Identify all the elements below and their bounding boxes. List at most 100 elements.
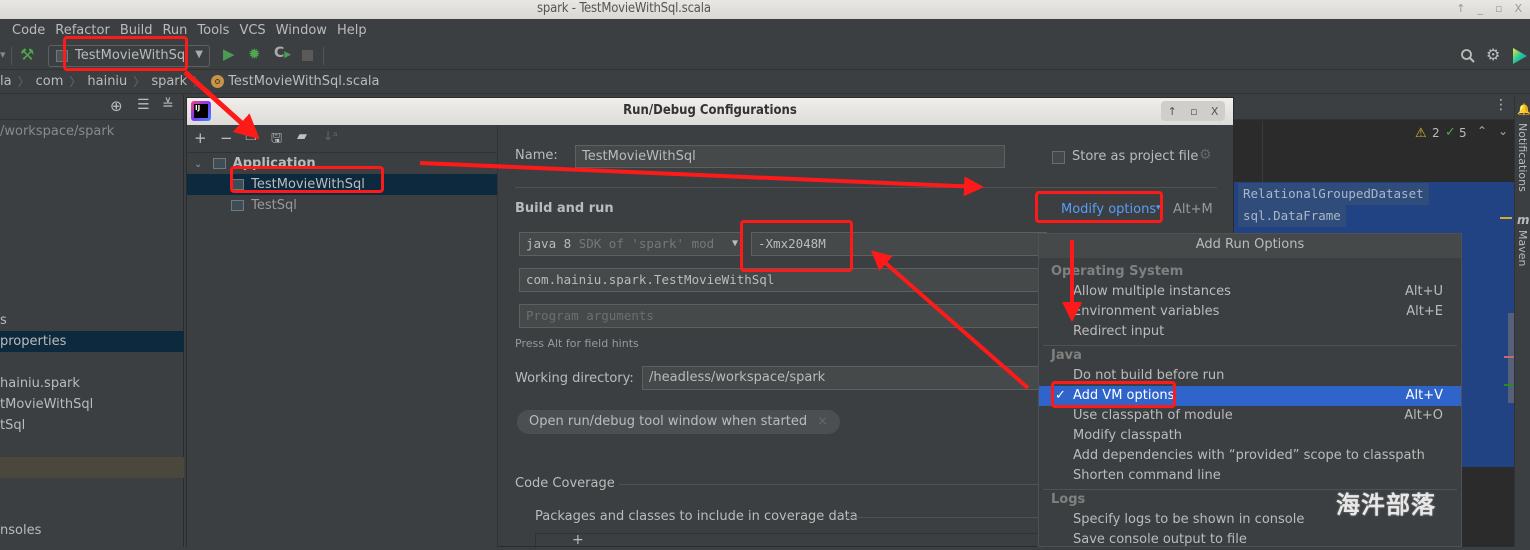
option-redirect-input[interactable]: Redirect input <box>1039 322 1461 342</box>
menu-build[interactable]: Build <box>120 23 153 38</box>
expand-all-icon[interactable]: ☰ <box>137 97 150 113</box>
typo-ok-icon[interactable]: ✓ <box>1445 125 1456 140</box>
sort-icon[interactable]: ↓ᵃ <box>323 129 338 143</box>
project-tree-item[interactable]: nsoles <box>0 520 184 541</box>
chevron-down-icon: ⌄ <box>194 159 203 170</box>
maven-icon[interactable]: m <box>1517 213 1530 227</box>
tree-group-application[interactable]: ⌄ Application <box>187 153 497 174</box>
option-use-classpath-of-module[interactable]: Use classpath of module Alt+O <box>1039 406 1461 426</box>
tree-item-testmoviewithsql[interactable]: TestMovieWithSql <box>187 174 497 195</box>
debug-icon[interactable]: ✹ <box>248 45 261 63</box>
maven-tab[interactable]: Maven <box>1516 230 1529 266</box>
project-tree-item-highlighted[interactable] <box>0 457 184 478</box>
os-titlebar: spark - TestMovieWithSql.scala ↑ _ ▫ X <box>0 0 1530 19</box>
vm-options-input[interactable]: -Xmx2048M <box>751 232 1047 256</box>
window-minimize-button[interactable]: _ <box>1477 0 1483 17</box>
tree-item-label: TestMovieWithSql <box>251 177 365 192</box>
remove-config-icon[interactable]: − <box>220 129 233 147</box>
stop-icon[interactable] <box>302 50 313 61</box>
program-arguments-input[interactable]: Program arguments <box>519 304 1047 328</box>
main-toolbar: ▾ ⚒ TestMovieWithSql ▼ ▶ ✹ C▶ ⚙ <box>0 42 1530 70</box>
menu-help[interactable]: Help <box>337 23 367 38</box>
option-save-console-output[interactable]: Save console output to file <box>1039 530 1461 550</box>
project-tree-item[interactable]: tMovieWithSql <box>0 394 184 415</box>
jdk-selector[interactable]: java 8 SDK of 'spark' mod ▼ <box>519 232 743 256</box>
working-dir-input[interactable]: /headless/workspace/spark <box>642 366 1047 390</box>
popup-title: Add Run Options <box>1039 234 1461 258</box>
warning-icon[interactable]: ⚠ <box>1415 126 1427 141</box>
jdk-value: java 8 <box>526 236 572 251</box>
dialog-pin-button[interactable]: ↑ <box>1168 105 1177 118</box>
name-input[interactable]: TestMovieWithSql <box>575 145 1005 168</box>
gear-icon[interactable]: ⚙ <box>1486 45 1500 64</box>
dialog-close-button[interactable]: X <box>1211 105 1219 118</box>
code-coverage-heading: Code Coverage <box>515 476 615 491</box>
breadcrumb-item[interactable]: com <box>36 74 64 89</box>
breadcrumb-item[interactable]: TestMovieWithSql.scala <box>228 74 379 89</box>
dialog-title: Run/Debug Configurations <box>623 103 797 118</box>
option-environment-variables[interactable]: Environment variables Alt+E <box>1039 302 1461 322</box>
code-line[interactable]: RelationalGroupedDataset <box>1238 183 1429 205</box>
project-tree-item[interactable]: s <box>0 310 184 331</box>
run-icon[interactable]: ▶ <box>223 45 235 63</box>
more-options-icon[interactable]: ⋮ <box>1494 97 1508 113</box>
menu-run[interactable]: Run <box>162 23 187 38</box>
build-run-heading: Build and run <box>515 201 614 216</box>
ok-count: 5 <box>1459 126 1467 140</box>
store-project-checkbox[interactable] <box>1052 151 1065 164</box>
window-close-button[interactable]: X <box>1514 0 1522 17</box>
locate-icon[interactable]: ⊕ <box>110 97 123 115</box>
menu-tools[interactable]: Tools <box>197 23 229 38</box>
save-config-icon[interactable]: 🖫 <box>271 129 282 151</box>
window-up-button[interactable]: ↑ <box>1456 0 1465 17</box>
menu-window[interactable]: Window <box>276 23 327 38</box>
option-allow-multiple-instances[interactable]: Allow multiple instances Alt+U <box>1039 282 1461 302</box>
collapse-all-icon[interactable]: ≚ <box>162 97 174 113</box>
option-do-not-build[interactable]: Do not build before run <box>1039 366 1461 386</box>
config-tree-panel: + − ❐ 🖫 ▰ ↓ᵃ ⌄ Application TestMovieWith… <box>187 125 498 548</box>
next-highlight-icon[interactable]: ⌄ <box>1498 124 1508 138</box>
chevron-down-icon: ▼ <box>195 49 203 60</box>
remove-chip-icon[interactable]: × <box>817 414 828 429</box>
modify-options-link[interactable]: Modify options <box>1061 202 1156 217</box>
coverage-icon[interactable]: C▶ <box>274 45 291 61</box>
option-add-vm-options[interactable]: ✓ Add VM options Alt+V <box>1039 386 1461 406</box>
build-hammer-icon[interactable]: ⚒ <box>20 45 34 64</box>
editor-tab-bar: ⋮ <box>1232 95 1514 120</box>
breadcrumb-item[interactable]: hainiu <box>87 74 127 89</box>
breadcrumb-item[interactable]: la <box>0 74 12 89</box>
project-tree-item-selected[interactable]: properties <box>0 331 184 352</box>
dialog-maximize-button[interactable]: ▫ <box>1190 105 1197 118</box>
menu-vcs[interactable]: VCS <box>239 23 265 38</box>
option-chip[interactable]: Open run/debug tool window when started … <box>517 410 841 434</box>
new-folder-icon[interactable]: ▰ <box>297 129 307 144</box>
run-config-selector[interactable]: TestMovieWithSql ▼ <box>48 45 210 67</box>
breadcrumb-item[interactable]: spark <box>151 74 187 89</box>
add-pattern-icon[interactable]: + <box>572 532 584 548</box>
menu-refactor[interactable]: Refactor <box>55 23 110 38</box>
main-class-input[interactable]: com.hainiu.spark.TestMovieWithSql <box>519 268 1047 292</box>
menu-code[interactable]: Code <box>12 23 45 38</box>
tree-item-testsql[interactable]: TestSql <box>187 195 497 216</box>
code-line[interactable]: sql.DataFrame <box>1238 205 1346 227</box>
store-project-label: Store as project file <box>1072 149 1199 164</box>
option-shorten-command-line[interactable]: Shorten command line <box>1039 466 1461 486</box>
tree-item-label: TestSql <box>251 198 297 213</box>
prev-highlight-icon[interactable]: ⌃ <box>1477 124 1487 138</box>
gear-icon[interactable]: ⚙ <box>1199 147 1212 163</box>
group-logs: Logs <box>1051 492 1086 507</box>
project-tree-item[interactable]: hainiu.spark <box>0 373 184 394</box>
window-maximize-button[interactable]: ▫ <box>1495 0 1502 17</box>
search-icon[interactable] <box>1460 48 1476 64</box>
project-tree-item[interactable]: tSql <box>0 415 184 436</box>
notifications-bell-icon[interactable]: 🔔 <box>1517 103 1530 116</box>
add-config-icon[interactable]: + <box>194 129 207 147</box>
dialog-titlebar[interactable]: IJ Run/Debug Configurations ↑ ▫ X <box>187 98 1233 125</box>
copy-config-icon[interactable]: ❐ <box>245 129 257 144</box>
toolbar-overflow-icon[interactable]: ▾ <box>0 48 6 61</box>
option-add-provided-dependencies[interactable]: Add dependencies with “provided” scope t… <box>1039 446 1461 466</box>
notifications-tab[interactable]: Notifications <box>1516 123 1529 192</box>
run-config-label: TestMovieWithSql <box>75 48 189 63</box>
option-modify-classpath[interactable]: Modify classpath <box>1039 426 1461 446</box>
jetbrains-logo-icon[interactable] <box>1512 47 1528 65</box>
